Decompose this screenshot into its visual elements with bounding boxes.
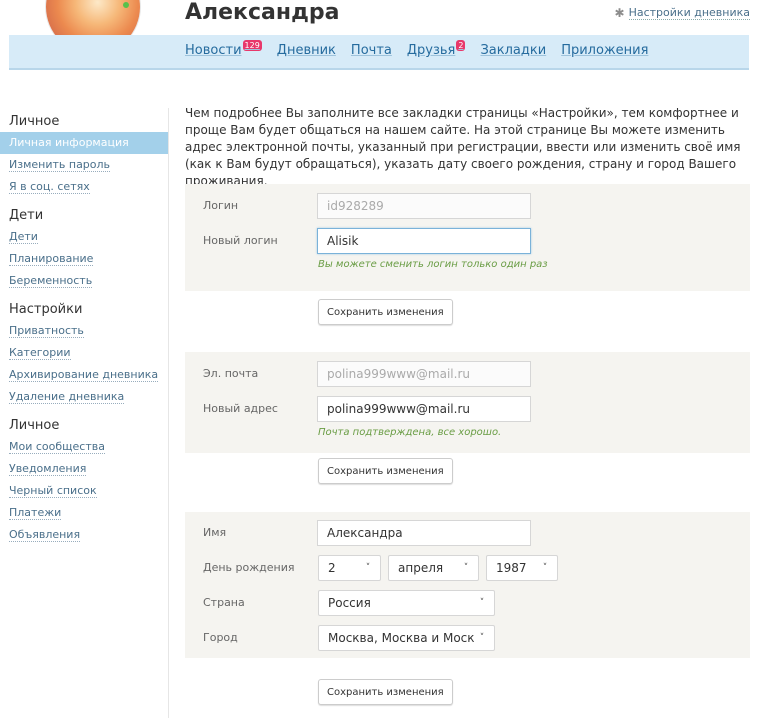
new-email-label: Новый адрес bbox=[203, 402, 278, 415]
email-label: Эл. почта bbox=[203, 367, 259, 380]
nav-apps-label: Приложения bbox=[561, 43, 649, 58]
nav-friends[interactable]: Друзья 2 bbox=[406, 40, 466, 58]
login-field bbox=[317, 193, 531, 219]
login-hint: Вы можете сменить логин только один раз bbox=[318, 259, 548, 270]
save-login-button[interactable]: Сохранить изменения bbox=[318, 299, 453, 325]
intro-text: Чем подробнее Вы заполните все закладки … bbox=[185, 106, 741, 188]
birthday-label: День рождения bbox=[203, 561, 295, 574]
birth-month-select[interactable]: апреля ˅ bbox=[388, 555, 479, 581]
birth-day-value: 2 bbox=[328, 561, 336, 575]
birth-month-value: апреля bbox=[398, 561, 444, 575]
friends-count-badge: 2 bbox=[456, 40, 466, 51]
new-email-input[interactable] bbox=[317, 396, 531, 422]
save-email-button[interactable]: Сохранить изменения bbox=[318, 458, 453, 484]
email-field bbox=[317, 361, 531, 387]
sidebar-item-pregnancy[interactable]: Беременность bbox=[0, 270, 168, 292]
sidebar-item-planning[interactable]: Планирование bbox=[0, 248, 168, 270]
sidebar-group-title: Личное bbox=[9, 418, 60, 433]
sidebar-divider bbox=[168, 108, 169, 718]
online-status-dot bbox=[123, 2, 129, 8]
sidebar-group-title: Личное bbox=[9, 114, 60, 129]
settings-sidebar: Личное Личная информация Изменить пароль… bbox=[0, 110, 168, 546]
email-hint: Почта подтверждена, все хорошо. bbox=[318, 427, 502, 438]
profile-name: Александра bbox=[185, 0, 340, 25]
nav-bookmarks-label: Закладки bbox=[480, 43, 547, 58]
name-label: Имя bbox=[203, 526, 227, 539]
city-value: Москва, Москва и Московская обл. bbox=[328, 631, 474, 645]
chevron-down-icon: ˅ bbox=[365, 563, 371, 573]
top-navigation: Новости 129 Дневник Почта Друзья 2 Закла… bbox=[9, 35, 749, 70]
sidebar-item-delete-diary[interactable]: Удаление дневника bbox=[0, 386, 168, 408]
name-input[interactable] bbox=[317, 520, 531, 546]
sidebar-group-title: Настройки bbox=[9, 302, 83, 317]
nav-diary[interactable]: Дневник bbox=[277, 43, 336, 58]
sidebar-item-blacklist[interactable]: Черный список bbox=[0, 480, 168, 502]
new-login-label: Новый логин bbox=[203, 234, 278, 247]
save-personal-button[interactable]: Сохранить изменения bbox=[318, 679, 453, 705]
nav-mail-label: Почта bbox=[350, 43, 392, 58]
birth-year-select[interactable]: 1987 ˅ bbox=[486, 555, 558, 581]
sidebar-item-payments[interactable]: Платежи bbox=[0, 502, 168, 524]
gear-icon: ✱ bbox=[614, 6, 625, 20]
city-label: Город bbox=[203, 631, 238, 644]
news-count-badge: 129 bbox=[242, 40, 262, 51]
chevron-down-icon: ˅ bbox=[463, 563, 469, 573]
diary-settings-label: Настройки дневника bbox=[628, 6, 750, 20]
birth-day-select[interactable]: 2 ˅ bbox=[318, 555, 381, 581]
sidebar-item-children[interactable]: Дети bbox=[0, 226, 168, 248]
country-label: Страна bbox=[203, 596, 245, 609]
nav-mail[interactable]: Почта bbox=[351, 43, 392, 58]
country-select[interactable]: Россия ˅ bbox=[318, 590, 495, 616]
nav-friends-label: Друзья bbox=[406, 43, 456, 58]
sidebar-item-social-networks[interactable]: Я в соц. сетях bbox=[0, 176, 168, 198]
sidebar-item-ads[interactable]: Объявления bbox=[0, 524, 168, 546]
chevron-down-icon: ˅ bbox=[479, 633, 485, 643]
nav-news-label: Новости bbox=[185, 43, 242, 58]
sidebar-item-archive-diary[interactable]: Архивирование дневника bbox=[0, 364, 168, 386]
sidebar-item-privacy[interactable]: Приватность bbox=[0, 320, 168, 342]
sidebar-item-categories[interactable]: Категории bbox=[0, 342, 168, 364]
sidebar-item-change-password[interactable]: Изменить пароль bbox=[0, 154, 168, 176]
country-value: Россия bbox=[328, 596, 371, 610]
sidebar-group-title: Дети bbox=[9, 208, 44, 223]
nav-diary-label: Дневник bbox=[276, 43, 336, 58]
nav-apps[interactable]: Приложения bbox=[561, 43, 648, 58]
login-label: Логин bbox=[203, 199, 239, 212]
birth-year-value: 1987 bbox=[496, 561, 527, 575]
chevron-down-icon: ˅ bbox=[479, 598, 485, 608]
city-select[interactable]: Москва, Москва и Московская обл. ˅ bbox=[318, 625, 495, 651]
chevron-down-icon: ˅ bbox=[542, 563, 548, 573]
sidebar-item-notifications[interactable]: Уведомления bbox=[0, 458, 168, 480]
sidebar-item-personal-info[interactable]: Личная информация bbox=[0, 132, 168, 154]
new-login-input[interactable] bbox=[317, 228, 531, 254]
nav-bookmarks[interactable]: Закладки bbox=[480, 43, 546, 58]
diary-settings-link[interactable]: ✱ Настройки дневника bbox=[615, 6, 750, 20]
sidebar-item-my-communities[interactable]: Мои сообщества bbox=[0, 436, 168, 458]
nav-news[interactable]: Новости 129 bbox=[185, 40, 262, 58]
